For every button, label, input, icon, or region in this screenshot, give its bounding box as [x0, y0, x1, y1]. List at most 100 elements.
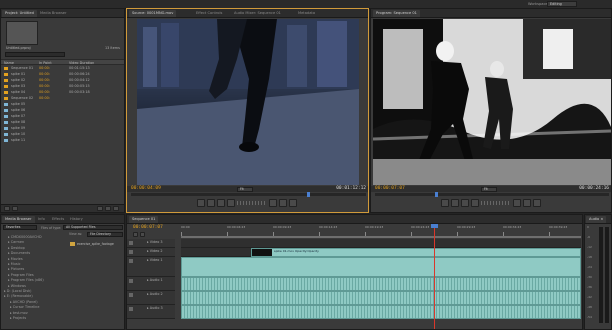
- file-item[interactable]: exercise_spike_footage: [69, 241, 124, 247]
- project-item[interactable]: spike 04 00:00: 00:00:03:18: [3, 90, 124, 95]
- play-icon[interactable]: [227, 199, 235, 207]
- project-item[interactable]: spike 09: [3, 126, 124, 131]
- tab-project[interactable]: Project: Untitled: [2, 10, 37, 17]
- tab-audio-mixer[interactable]: Audio Mixer: Sequence 01: [231, 10, 284, 17]
- project-item[interactable]: spike 03 00:00: 00:00:05:15: [3, 84, 124, 89]
- view-as-select[interactable]: File Directory: [87, 231, 123, 237]
- speaker-icon[interactable]: [129, 293, 133, 297]
- trash-icon[interactable]: [113, 205, 119, 211]
- track-header[interactable]: ▸ Audio 2: [127, 291, 175, 305]
- track-header[interactable]: ▸ Video 3: [127, 239, 175, 248]
- program-playhead[interactable]: [435, 192, 438, 197]
- step-back-icon[interactable]: [217, 199, 225, 207]
- folder-tree-item[interactable]: ▸ CMDX0000AVCHD: [8, 235, 42, 239]
- tab-media-browser[interactable]: Media Browser: [37, 10, 70, 17]
- folder-tree-item[interactable]: ▸ AVCHD (Panel): [10, 300, 38, 304]
- program-mark-in-icon[interactable]: [441, 199, 449, 207]
- project-item[interactable]: spike 06: [3, 108, 124, 113]
- tab-effects[interactable]: Effects: [49, 216, 67, 223]
- source-scrubber[interactable]: [131, 192, 366, 197]
- list-view-icon[interactable]: [4, 205, 10, 211]
- extract-icon[interactable]: [533, 199, 541, 207]
- track-lane[interactable]: [181, 277, 581, 291]
- new-item-icon[interactable]: [105, 205, 111, 211]
- project-item[interactable]: spike 07: [3, 114, 124, 119]
- speaker-icon[interactable]: [129, 279, 133, 283]
- col-name[interactable]: Name: [4, 61, 14, 65]
- speaker-icon[interactable]: [129, 307, 133, 311]
- program-scrubber[interactable]: [375, 192, 609, 197]
- timeline-timecode[interactable]: 00:00:07:07: [133, 225, 163, 230]
- track-header[interactable]: ▸ Video 2: [127, 248, 175, 257]
- track-header[interactable]: ▸ Audio 3: [127, 305, 175, 319]
- favorites-select[interactable]: Favorites: [3, 225, 37, 230]
- step-forward-icon[interactable]: [269, 199, 277, 207]
- track-header[interactable]: ▸ Audio 1: [127, 277, 175, 291]
- folder-tree-item[interactable]: ▸ Documents: [8, 251, 30, 255]
- track-lane[interactable]: [181, 291, 581, 305]
- tab-info[interactable]: Info: [35, 216, 48, 223]
- folder-tree-item[interactable]: ▸ Desktop: [8, 246, 25, 250]
- folder-tree-item[interactable]: ▸ Carmen: [8, 240, 24, 244]
- mark-out-icon[interactable]: [207, 199, 215, 207]
- tab-history[interactable]: History: [67, 216, 86, 223]
- eye-icon[interactable]: [129, 241, 133, 245]
- program-fit-select[interactable]: Fit: [481, 186, 497, 192]
- jog-shuttle[interactable]: [237, 201, 267, 205]
- folder-tree-item[interactable]: ▸ test.mov: [10, 311, 28, 315]
- track-lane[interactable]: [181, 239, 581, 248]
- project-item[interactable]: spike 10: [3, 132, 124, 137]
- icon-view-icon[interactable]: [12, 205, 18, 211]
- folder-tree-item[interactable]: ▸ Cursor Timeline: [10, 305, 39, 309]
- lift-icon[interactable]: [523, 199, 531, 207]
- tab-program[interactable]: Program: Sequence 01: [373, 10, 420, 17]
- source-timecode-in[interactable]: 00:00:04:09: [131, 186, 161, 191]
- files-of-type-select[interactable]: All Supported Files: [63, 225, 123, 230]
- tab-metadata[interactable]: Metadata: [295, 10, 318, 17]
- folder-tree-item[interactable]: ▸ Windows: [8, 284, 26, 288]
- folder-tree-item[interactable]: ▸ Movies: [8, 257, 23, 261]
- program-timecode-in[interactable]: 00:00:07:07: [375, 186, 405, 191]
- program-step-back-icon[interactable]: [461, 199, 469, 207]
- project-item[interactable]: spike 05: [3, 102, 124, 107]
- track-lane[interactable]: spike 01.mov Opacity:Opacity: [181, 248, 581, 257]
- playhead-handle[interactable]: [431, 224, 438, 228]
- insert-icon[interactable]: [279, 199, 287, 207]
- source-fit-select[interactable]: Fit: [237, 186, 253, 192]
- video-clip[interactable]: [181, 257, 581, 277]
- tab-source[interactable]: Source: 0001MNG.mov: [129, 10, 177, 17]
- set-marker-icon[interactable]: [140, 232, 145, 237]
- workspace-select[interactable]: Editing: [547, 1, 577, 7]
- mark-in-icon[interactable]: [197, 199, 205, 207]
- folder-tree-item[interactable]: ▸ D: (Local Disk): [4, 289, 31, 293]
- tab-media-browser-bottom[interactable]: Media Browser: [2, 216, 35, 223]
- project-item[interactable]: Sequence 02 00:00:: [3, 96, 124, 101]
- audio-clip[interactable]: [181, 305, 581, 319]
- folder-tree-item[interactable]: ▸ Music: [8, 262, 20, 266]
- snap-icon[interactable]: [133, 232, 138, 237]
- program-mark-out-icon[interactable]: [451, 199, 459, 207]
- program-jog-shuttle[interactable]: [481, 201, 511, 205]
- col-in-point[interactable]: In Point: [39, 61, 52, 65]
- project-item[interactable]: spike 01 00:00: 00:00:06:24: [3, 72, 124, 77]
- folder-tree-item[interactable]: ▸ Projects: [10, 316, 26, 320]
- eye-icon[interactable]: [129, 250, 133, 254]
- tab-sequence[interactable]: Sequence 01: [129, 216, 159, 223]
- video-clip[interactable]: spike 01.mov Opacity:Opacity: [251, 248, 581, 257]
- project-item[interactable]: spike 08: [3, 120, 124, 125]
- overwrite-icon[interactable]: [289, 199, 297, 207]
- project-search-input[interactable]: [5, 52, 65, 57]
- folder-tree-item[interactable]: ▸ Program Files: [8, 273, 34, 277]
- col-video-duration[interactable]: Video Duration: [69, 61, 94, 65]
- audio-clip[interactable]: [181, 291, 581, 305]
- track-header[interactable]: ▸ Video 1: [127, 257, 175, 277]
- project-item[interactable]: Sequence 01 00:00: 00:01:15:13: [3, 66, 124, 71]
- playhead-line[interactable]: [434, 224, 435, 329]
- folder-tree-item[interactable]: ▸ E: (Removable): [4, 294, 33, 298]
- audio-clip[interactable]: [181, 277, 581, 291]
- source-playhead[interactable]: [307, 192, 310, 197]
- project-item[interactable]: spike 02 00:00: 00:00:04:12: [3, 78, 124, 83]
- tab-audio-meters[interactable]: Audio ×: [586, 216, 607, 223]
- tab-effect-controls[interactable]: Effect Controls: [193, 10, 225, 17]
- folder-tree-item[interactable]: ▸ Program Files (x86): [8, 278, 44, 282]
